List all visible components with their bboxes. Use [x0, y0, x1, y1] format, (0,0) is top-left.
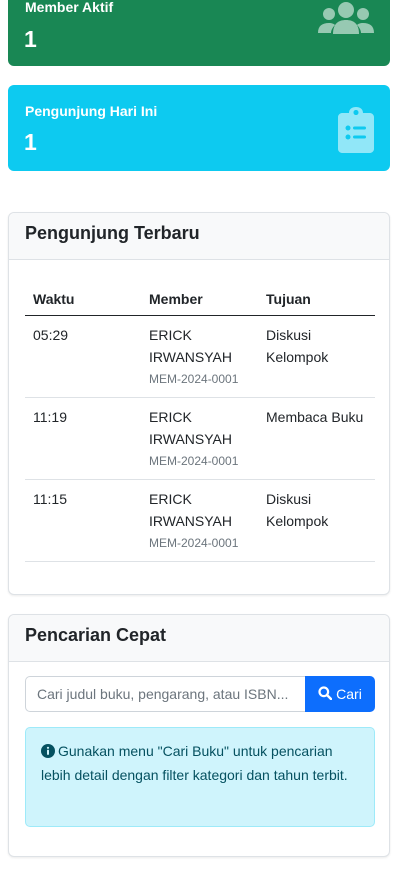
visitors-today-card: Pengunjung Hari Ini 1 — [8, 85, 390, 171]
visit-purpose: Diskusi Kelompok — [258, 315, 375, 398]
visit-time: 05:29 — [25, 315, 141, 398]
active-members-card: Member Aktif 1 — [8, 0, 390, 66]
search-group: Cari — [25, 676, 375, 712]
clipboard-list-icon — [338, 107, 374, 158]
member-code: MEM-2024-0001 — [149, 535, 239, 550]
visit-purpose: Diskusi Kelompok — [258, 479, 375, 562]
visit-time: 11:15 — [25, 479, 141, 562]
search-info-alert: Gunakan menu "Cari Buku" untuk pencarian… — [25, 727, 375, 827]
info-circle-icon — [41, 742, 55, 764]
search-button-label: Cari — [336, 686, 362, 702]
recent-visitors-table: Waktu Member Tujuan 05:29 ERICK IRWANSYA… — [25, 283, 375, 562]
table-row: 11:19 ERICK IRWANSYAH MEM-2024-0001 Memb… — [25, 397, 375, 480]
visit-member-cell: ERICK IRWANSYAH MEM-2024-0001 — [141, 315, 258, 398]
visit-member-cell: ERICK IRWANSYAH MEM-2024-0001 — [141, 397, 258, 480]
search-icon — [318, 685, 333, 703]
member-name: ERICK IRWANSYAH — [149, 408, 232, 447]
visit-purpose: Membaca Buku — [258, 397, 375, 480]
table-header-row: Waktu Member Tujuan — [25, 283, 375, 316]
recent-visitors-title: Pengunjung Terbaru — [9, 213, 389, 260]
recent-visitors-card: Pengunjung Terbaru Waktu Member Tujuan 0… — [8, 212, 390, 595]
users-icon — [318, 0, 374, 51]
search-info-text: Gunakan menu "Cari Buku" untuk pencarian… — [41, 743, 348, 783]
visit-member-cell: ERICK IRWANSYAH MEM-2024-0001 — [141, 479, 258, 562]
member-name: ERICK IRWANSYAH — [149, 326, 232, 365]
quick-search-card: Pencarian Cepat Cari Gunakan menu "Cari … — [8, 614, 390, 857]
visit-time: 11:19 — [25, 397, 141, 480]
column-header-purpose: Tujuan — [258, 283, 375, 316]
member-code: MEM-2024-0001 — [149, 453, 239, 468]
visitors-today-label: Pengunjung Hari Ini — [25, 103, 158, 119]
member-code: MEM-2024-0001 — [149, 371, 239, 386]
member-name: ERICK IRWANSYAH — [149, 490, 232, 529]
quick-search-title: Pencarian Cepat — [9, 615, 389, 662]
search-button[interactable]: Cari — [305, 676, 375, 712]
column-header-member: Member — [141, 283, 258, 316]
table-row: 11:15 ERICK IRWANSYAH MEM-2024-0001 Disk… — [25, 479, 375, 562]
column-header-time: Waktu — [25, 283, 141, 316]
visitors-today-count: 1 — [24, 129, 37, 155]
table-row: 05:29 ERICK IRWANSYAH MEM-2024-0001 Disk… — [25, 315, 375, 398]
search-input[interactable] — [25, 676, 305, 712]
active-members-label: Member Aktif — [25, 0, 114, 15]
active-members-count: 1 — [24, 26, 37, 52]
